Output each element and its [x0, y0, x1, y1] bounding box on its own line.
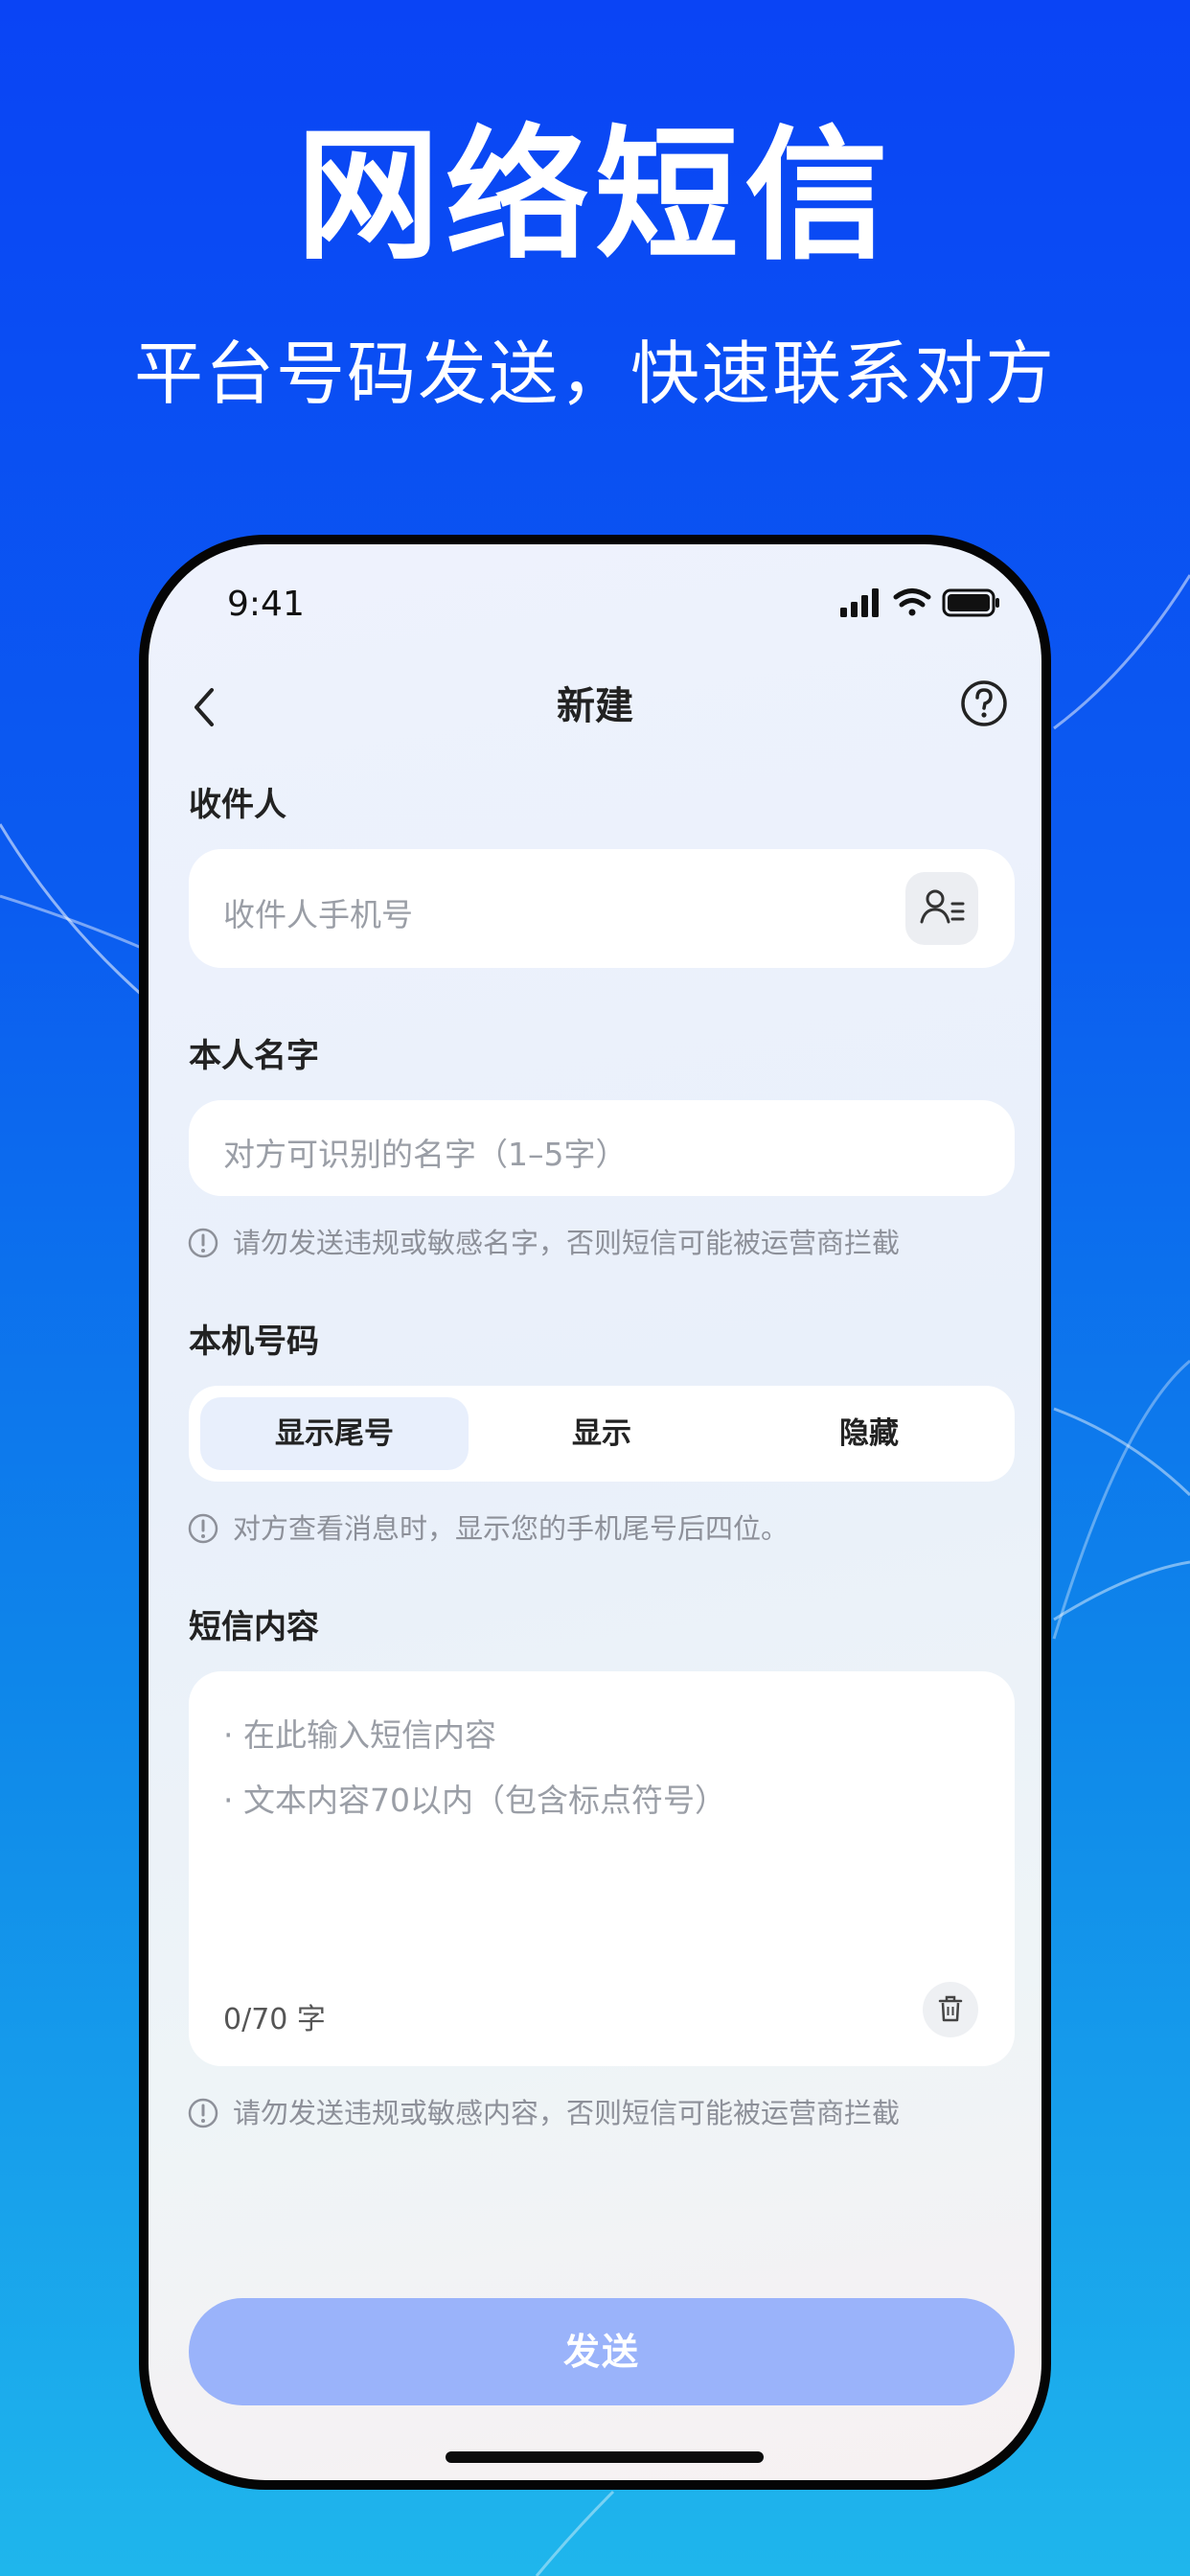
wifi-icon — [893, 588, 931, 616]
sms-content-textarea[interactable]: · 在此输入短信内容 · 文本内容70以内（包含标点符号） 0/70 字 — [189, 1671, 1015, 2066]
content-label: 短信内容 — [189, 1608, 319, 1646]
info-icon — [188, 1228, 218, 1258]
contact-picker-button[interactable] — [905, 872, 978, 945]
option-show-tail[interactable]: 显示尾号 — [200, 1397, 469, 1470]
number-display-segmented-control: 显示尾号 显示 隐藏 — [189, 1386, 1015, 1482]
page-title: 新建 — [557, 684, 633, 728]
clear-button[interactable] — [923, 1982, 978, 2037]
info-icon — [188, 1513, 218, 1544]
phone-screen: 9:41 新建 收件人 收件人手机号 本人名字 对方可识别的名字（1–5字） 请… — [149, 544, 1041, 2480]
content-hint-text: 请勿发送违规或敏感内容，否则短信可能被运营商拦截 — [233, 2097, 901, 2129]
hero-subtitle: 平台号码发送，快速联系对方 — [133, 334, 1056, 414]
send-button[interactable]: 发送 — [189, 2298, 1015, 2405]
name-input[interactable]: 对方可识别的名字（1–5字） — [189, 1100, 1015, 1196]
option-hide[interactable]: 隐藏 — [735, 1397, 1003, 1470]
name-label: 本人名字 — [189, 1037, 319, 1075]
trash-icon — [938, 1995, 963, 2022]
status-time: 9:41 — [227, 585, 305, 624]
phone-frame: 9:41 新建 收件人 收件人手机号 本人名字 对方可识别的名字（1–5字） 请… — [139, 535, 1051, 2490]
home-indicator — [446, 2451, 764, 2463]
status-icons — [840, 588, 999, 617]
hero-title: 网络短信 — [295, 113, 894, 280]
number-label: 本机号码 — [189, 1322, 319, 1361]
question-circle-icon[interactable] — [959, 678, 1009, 728]
content-placeholder-line: · 文本内容70以内（包含标点符号） — [223, 1782, 726, 1819]
name-hint-text: 请勿发送违规或敏感名字，否则短信可能被运营商拦截 — [233, 1227, 901, 1259]
recipient-input[interactable]: 收件人手机号 — [189, 849, 1015, 968]
character-counter: 0/70 字 — [223, 2003, 326, 2036]
info-icon — [188, 2098, 218, 2128]
recipient-label: 收件人 — [189, 786, 286, 824]
option-show[interactable]: 显示 — [468, 1397, 736, 1470]
content-placeholder-line: · 在此输入短信内容 — [223, 1716, 496, 1754]
number-hint-text: 对方查看消息时，显示您的手机尾号后四位。 — [233, 1512, 790, 1545]
contact-list-icon — [920, 889, 965, 924]
name-placeholder: 对方可识别的名字（1–5字） — [223, 1136, 628, 1173]
recipient-placeholder: 收件人手机号 — [223, 896, 413, 933]
battery-icon — [942, 588, 999, 617]
signal-icon — [840, 588, 879, 617]
